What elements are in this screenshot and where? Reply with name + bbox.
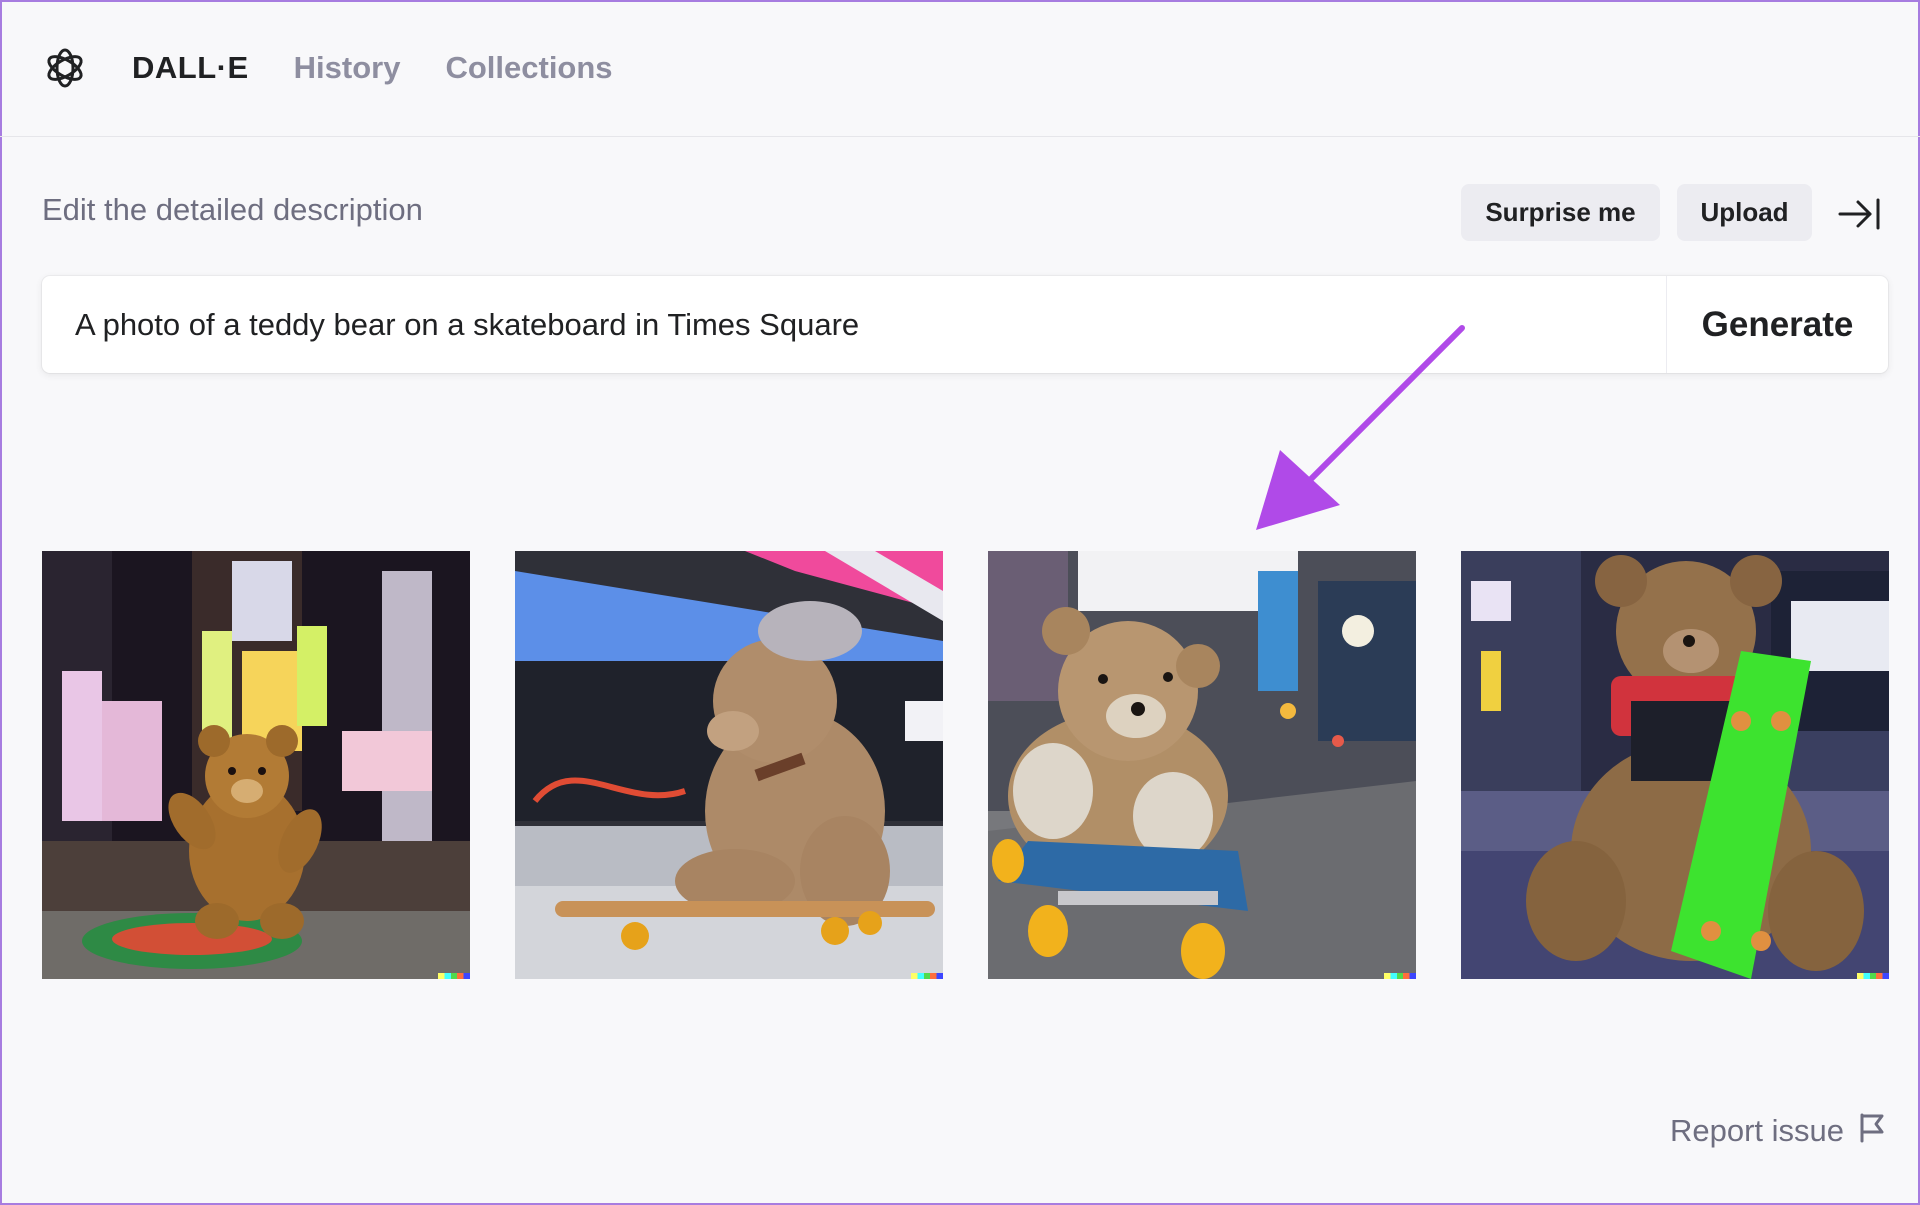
openai-logo-icon[interactable] xyxy=(42,45,88,91)
edit-description-label: Edit the detailed description xyxy=(42,192,423,227)
surprise-me-button[interactable]: Surprise me xyxy=(1461,184,1660,241)
nav-collections[interactable]: Collections xyxy=(445,50,612,86)
generate-button[interactable]: Generate xyxy=(1666,276,1888,373)
report-issue-link[interactable]: Report issue xyxy=(1670,1112,1886,1149)
result-image-3[interactable] xyxy=(988,551,1416,979)
prompt-bar: Generate xyxy=(42,276,1888,373)
flag-icon xyxy=(1858,1112,1886,1149)
report-issue-label: Report issue xyxy=(1669,1112,1844,1148)
color-signature xyxy=(1384,973,1416,979)
top-nav: DALL·E History Collections xyxy=(0,0,1920,137)
brand-title[interactable]: DALL·E xyxy=(132,50,249,86)
annotation-arrow xyxy=(1256,325,1465,530)
result-image-2[interactable] xyxy=(515,551,943,979)
upload-button[interactable]: Upload xyxy=(1677,184,1812,241)
arrow-right-to-bar-icon[interactable] xyxy=(1836,194,1882,234)
color-signature xyxy=(438,973,470,979)
nav-history[interactable]: History xyxy=(294,50,401,86)
color-signature xyxy=(1857,973,1889,979)
result-image-1[interactable] xyxy=(42,551,470,979)
result-image-4[interactable] xyxy=(1461,551,1889,979)
color-signature xyxy=(911,973,943,979)
